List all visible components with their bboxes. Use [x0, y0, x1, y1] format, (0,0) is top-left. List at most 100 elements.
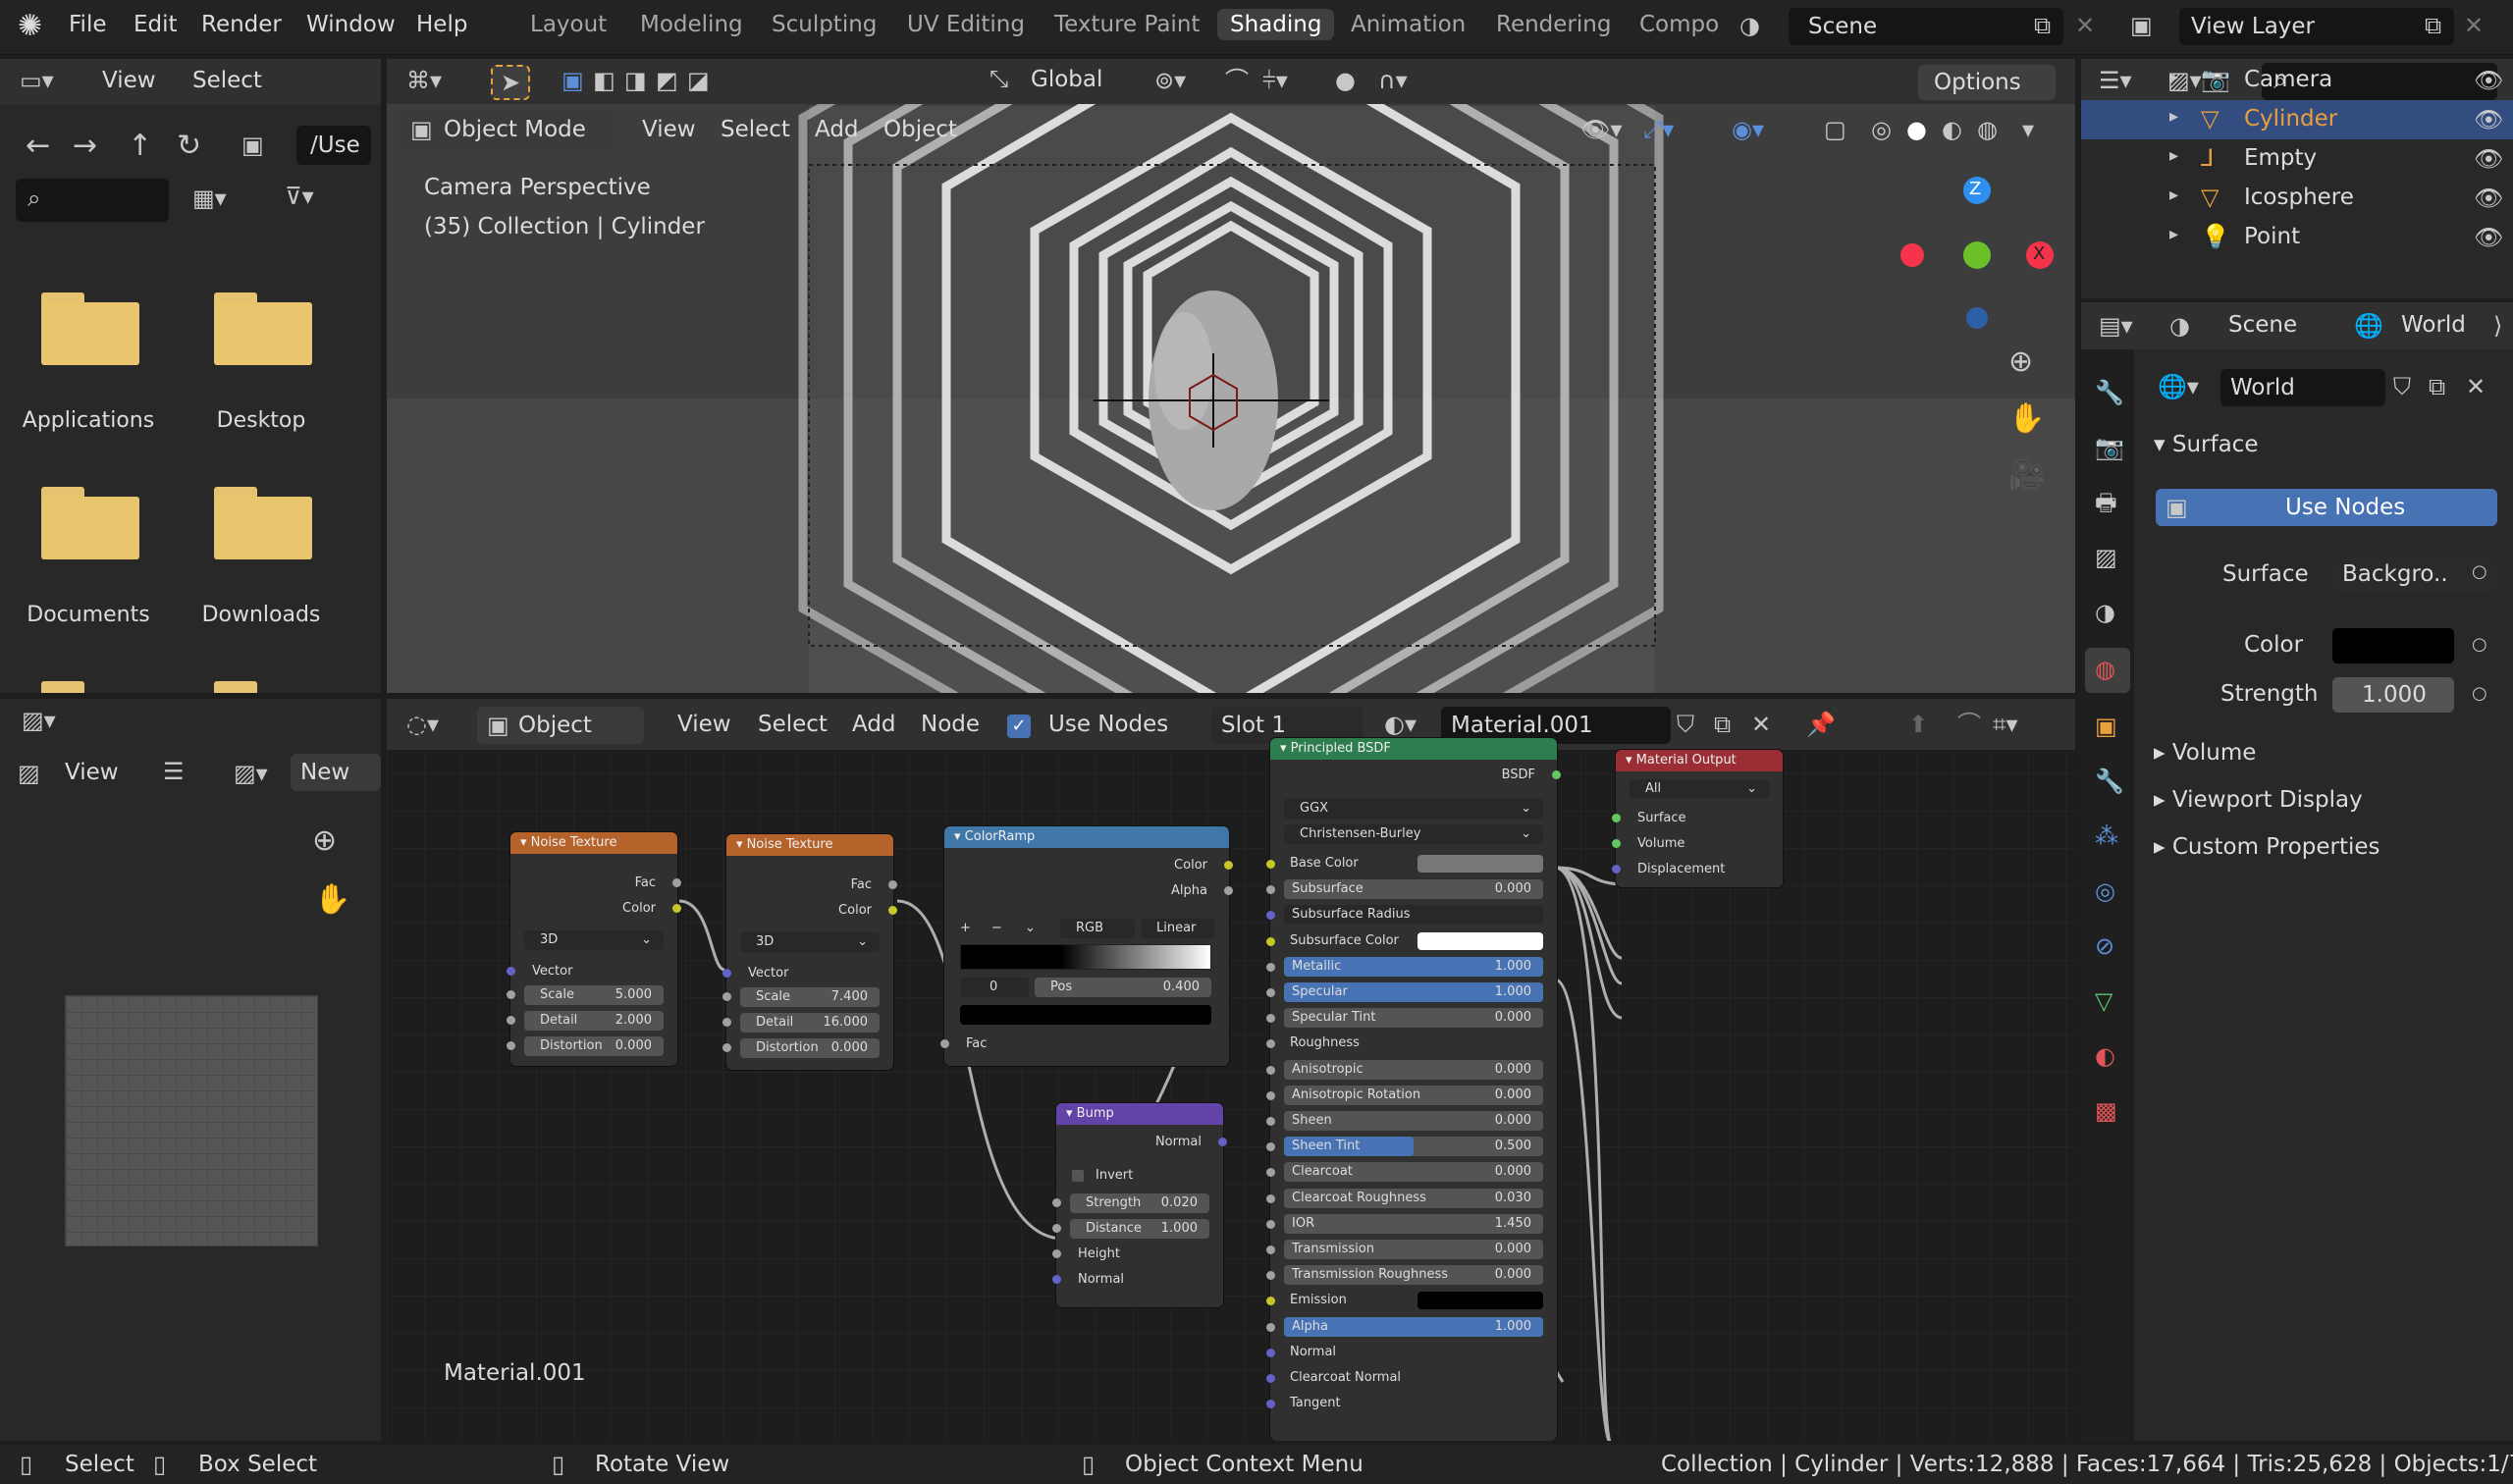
remove-stop-button[interactable]: − [991, 921, 1002, 935]
node-editor[interactable]: ◌▾ ▣ Object View Select Add Node ✓ Use N… [387, 699, 2075, 1441]
scene-icon[interactable]: ◑ [1739, 14, 1760, 37]
socket-input[interactable] [1266, 911, 1275, 921]
tab-layout[interactable]: Layout [530, 12, 607, 37]
select-extend-icon[interactable]: ◧ [593, 69, 615, 92]
viewport-3d[interactable]: ⌘▾ ➤ ▣ ◧ ◨ ◩ ◪ ⤡ Global ⊚▾ ⌒ ⫩▾ ● ∩▾ Opt… [387, 59, 2075, 693]
output-tab-icon[interactable]: 🖶 [2095, 491, 2117, 514]
color-link-icon[interactable]: ○ [2472, 636, 2487, 654]
expand-arrow-icon[interactable]: ▸ [2169, 69, 2178, 86]
menu-file[interactable]: File [69, 12, 107, 37]
visibility-eye-icon[interactable]: 👁 [2474, 186, 2503, 210]
socket-color[interactable] [1224, 861, 1233, 870]
target-select[interactable]: All ⌄ [1630, 779, 1769, 799]
socket-vector[interactable] [722, 969, 731, 978]
scale-field[interactable]: Scale 7.400 [740, 987, 880, 1007]
socket-input[interactable] [1266, 1193, 1275, 1203]
menu-hamburger-icon[interactable]: ☰ [163, 760, 185, 783]
orientation-selector[interactable]: Global [1031, 67, 1102, 92]
blender-logo-icon[interactable]: ✺ [18, 12, 42, 41]
select-invert-icon[interactable]: ◩ [656, 69, 678, 92]
view-layer-selector[interactable]: View Layer [2179, 8, 2454, 45]
use-nodes-button[interactable]: ▣ Use Nodes [2156, 489, 2497, 526]
bsdf-input-field[interactable]: Clearcoat 0.000 [1284, 1162, 1543, 1183]
expand-arrow-icon[interactable]: ▸ [2169, 186, 2178, 204]
detail-field[interactable]: Detail 16.000 [740, 1013, 880, 1033]
close-view-layer-icon[interactable]: ✕ [2464, 14, 2484, 37]
socket-input[interactable] [1266, 1400, 1275, 1409]
shading-rendered-icon[interactable]: ◍ [1977, 118, 1998, 141]
image-view-selector[interactable]: View [65, 760, 119, 785]
socket-displacement[interactable] [1612, 865, 1621, 874]
particles-tab-icon[interactable]: ⁂ [2095, 824, 2118, 848]
dimension-select[interactable]: 3D ⌄ [740, 932, 880, 952]
visibility-eye-icon[interactable]: 👁 [2474, 226, 2503, 249]
bsdf-color-swatch[interactable] [1417, 931, 1543, 950]
socket-volume[interactable] [1612, 839, 1621, 848]
select-box-mode-icon[interactable]: ▣ [561, 69, 584, 92]
tab-animation[interactable]: Animation [1351, 12, 1466, 37]
socket-vector[interactable] [507, 967, 515, 976]
socket-distortion[interactable] [507, 1041, 515, 1050]
strength-link-icon[interactable]: ○ [2472, 685, 2487, 703]
pan-hand-icon[interactable]: ✋ [2008, 404, 2045, 434]
close-scene-icon[interactable]: ✕ [2075, 14, 2095, 37]
add-stop-button[interactable]: + [960, 921, 971, 935]
distance-field[interactable]: Distance 1.000 [1070, 1219, 1209, 1239]
image-canvas-grid[interactable] [65, 995, 318, 1246]
world-tab-icon[interactable]: 🌐 [2354, 314, 2383, 338]
socket-input[interactable] [1266, 962, 1275, 972]
socket-fac[interactable] [888, 880, 897, 889]
tab-rendering[interactable]: Rendering [1496, 12, 1611, 37]
path-field[interactable]: /Use [296, 126, 371, 165]
gizmo-toggle-icon[interactable]: ⤢▾ [1643, 118, 1674, 141]
mode-selector[interactable]: ▣ Object Mode [401, 110, 613, 149]
pin-icon[interactable]: ⟩ [2493, 314, 2502, 338]
socket-detail[interactable] [722, 1018, 731, 1027]
ramp-gradient[interactable] [960, 944, 1211, 970]
socket-alpha[interactable] [1224, 886, 1233, 895]
proportional-edit-icon[interactable]: ● [1335, 69, 1356, 92]
back-icon[interactable]: ← [26, 132, 50, 161]
xray-icon[interactable]: ▢ [1824, 118, 1846, 141]
view-mode-icon[interactable]: ▨ [18, 762, 40, 785]
pan-hand-icon[interactable]: ✋ [314, 885, 350, 915]
folder-partial[interactable] [214, 681, 312, 693]
socket-input[interactable] [1266, 1142, 1275, 1152]
distribution-select[interactable]: GGX ⌄ [1284, 799, 1543, 819]
transform-orientation-icon[interactable]: ⤡ [989, 67, 1008, 90]
bsdf-input-field[interactable]: Metallic 1.000 [1284, 956, 1543, 977]
ramp-interpolation[interactable]: Linear [1141, 919, 1215, 938]
zoom-icon[interactable]: ⊕ [2008, 347, 2033, 377]
search-input[interactable]: ⌕ [16, 179, 169, 222]
detail-field[interactable]: Detail 2.000 [524, 1011, 664, 1031]
menu-select[interactable]: Select [192, 68, 262, 93]
editor-type-icon[interactable]: ▤▾ [2099, 314, 2133, 338]
bsdf-input-field[interactable]: IOR 1.450 [1284, 1213, 1543, 1234]
socket-input[interactable] [1266, 1219, 1275, 1229]
menu-help[interactable]: Help [416, 12, 467, 37]
socket-fac[interactable] [940, 1039, 949, 1048]
socket-input[interactable] [1266, 1297, 1275, 1306]
constraints-tab-icon[interactable]: ⊘ [2095, 934, 2114, 958]
socket-input[interactable] [1266, 1271, 1275, 1281]
new-view-layer-icon[interactable]: ⧉ [2425, 14, 2441, 37]
material-tab-icon[interactable]: ◐ [2095, 1044, 2115, 1068]
surface-shader-selector[interactable]: Backgro.. ○ [2332, 556, 2497, 593]
refresh-icon[interactable]: ↻ [177, 132, 201, 161]
scene-selector[interactable]: Scene [1789, 8, 2063, 45]
node-noise-texture-2[interactable]: ▾ Noise Texture Fac Color 3D ⌄ Vector Sca… [722, 834, 897, 1070]
invert-checkbox[interactable] [1072, 1170, 1084, 1182]
options-button[interactable]: Options [1918, 65, 2056, 100]
pivot-icon[interactable]: ⊚▾ [1154, 69, 1186, 92]
node-principled-bsdf[interactable]: ▾ Principled BSDF BSDF GGX ⌄ Christensen-… [1266, 738, 1561, 1441]
socket-surface[interactable] [1612, 814, 1621, 822]
folder-applications[interactable] [41, 292, 139, 365]
folder-desktop[interactable] [214, 292, 312, 365]
editor-type-icon[interactable]: ▨▾ [22, 709, 56, 732]
bsdf-input-field[interactable]: Subsurface Radius [1284, 905, 1543, 926]
expand-arrow-icon[interactable]: ▸ [2169, 226, 2178, 243]
node-bump[interactable]: ▾ Bump Normal Invert Strength 0.020 Dista… [1052, 1103, 1227, 1307]
socket-input[interactable] [1266, 988, 1275, 997]
bsdf-input-field[interactable]: Specular 1.000 [1284, 982, 1543, 1002]
tab-modeling[interactable]: Modeling [640, 12, 743, 37]
